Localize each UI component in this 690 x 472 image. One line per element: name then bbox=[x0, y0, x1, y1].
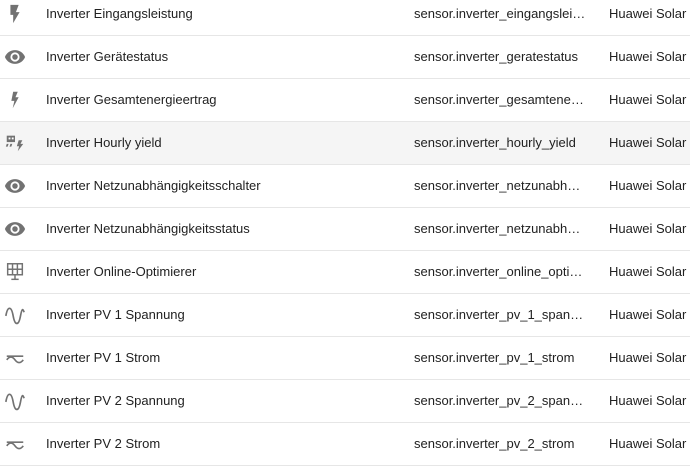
entity-name: Inverter PV 1 Spannung bbox=[46, 307, 185, 322]
entity-name: Inverter PV 2 Spannung bbox=[46, 393, 185, 408]
table-row[interactable]: Inverter Gesamtenergieertrag sensor.inver… bbox=[0, 79, 690, 122]
solar-power-icon bbox=[4, 132, 26, 154]
table-row[interactable]: Inverter PV 2 Spannung sensor.inverter_pv… bbox=[0, 380, 690, 423]
integration-name: Huawei Solar bbox=[609, 6, 687, 21]
entity-name: Inverter Gesamtenergieertrag bbox=[46, 92, 217, 107]
integration-name: Huawei Solar bbox=[609, 393, 687, 408]
table-row[interactable]: Inverter Netzunabhängigkeitsschalter sens… bbox=[0, 165, 690, 208]
table-row[interactable]: Inverter Hourly yield sensor.inverter_hou… bbox=[0, 122, 690, 165]
entity-id: sensor.inverter_pv_1_spannung bbox=[414, 307, 586, 322]
entity-name: Inverter Netzunabhängigkeitsstatus bbox=[46, 221, 250, 236]
integration-name: Huawei Solar bbox=[609, 92, 687, 107]
entity-name: Inverter PV 1 Strom bbox=[46, 350, 161, 365]
entity-id: sensor.inverter_eingangsleistung bbox=[414, 6, 586, 21]
entity-name: Inverter Gerätestatus bbox=[46, 49, 169, 64]
integration-name: Huawei Solar bbox=[609, 135, 687, 150]
integration-name: Huawei Solar bbox=[609, 221, 687, 236]
current-dc-icon bbox=[4, 433, 26, 455]
entity-name: Inverter Online-Optimierer bbox=[46, 264, 197, 279]
integration-name: Huawei Solar bbox=[609, 350, 687, 365]
integration-name: Huawei Solar bbox=[609, 178, 687, 193]
entity-id: sensor.inverter_pv_2_spannung bbox=[414, 393, 586, 408]
entity-id: sensor.inverter_pv_2_strom bbox=[414, 436, 575, 451]
entity-id: sensor.inverter_pv_1_strom bbox=[414, 350, 575, 365]
eye-icon bbox=[4, 218, 26, 240]
entity-id: sensor.inverter_online_optimierer bbox=[414, 264, 586, 279]
flash-outline-icon bbox=[4, 3, 26, 25]
eye-icon bbox=[4, 175, 26, 197]
entity-id: sensor.inverter_netzunabhangigkeitsstatu… bbox=[414, 221, 586, 236]
entity-id: sensor.inverter_gesamtenergieertrag bbox=[414, 92, 586, 107]
entity-id: sensor.inverter_hourly_yield bbox=[414, 135, 576, 150]
eye-icon bbox=[4, 46, 26, 68]
sine-wave-icon bbox=[4, 390, 26, 412]
integration-name: Huawei Solar bbox=[609, 49, 687, 64]
entity-id: sensor.inverter_geratestatus bbox=[414, 49, 579, 64]
table-row[interactable]: Inverter PV 2 Strom sensor.inverter_pv_2_… bbox=[0, 423, 690, 466]
sine-wave-icon bbox=[4, 304, 26, 326]
entity-name: Inverter Hourly yield bbox=[46, 135, 162, 150]
table-row[interactable]: Inverter Netzunabhängigkeitsstatus sensor… bbox=[0, 208, 690, 251]
table-row[interactable]: Inverter Gerätestatus sensor.inverter_ger… bbox=[0, 36, 690, 79]
current-dc-icon bbox=[4, 347, 26, 369]
entity-id: sensor.inverter_netzunabhangigkeitsschal… bbox=[414, 178, 586, 193]
entity-table: Inverter Eingangsleistung sensor.inverter… bbox=[0, 0, 690, 466]
entity-name: Inverter Netzunabhängigkeitsschalter bbox=[46, 178, 261, 193]
table-row[interactable]: Inverter PV 1 Spannung sensor.inverter_pv… bbox=[0, 294, 690, 337]
table-row[interactable]: Inverter Eingangsleistung sensor.inverter… bbox=[0, 0, 690, 36]
table-row[interactable]: Inverter Online-Optimierer sensor.inverte… bbox=[0, 251, 690, 294]
integration-name: Huawei Solar bbox=[609, 436, 687, 451]
integration-name: Huawei Solar bbox=[609, 307, 687, 322]
integration-name: Huawei Solar bbox=[609, 264, 687, 279]
solar-panel-icon bbox=[4, 261, 26, 283]
table-row[interactable]: Inverter PV 1 Strom sensor.inverter_pv_1_… bbox=[0, 337, 690, 380]
flash-icon bbox=[4, 89, 26, 111]
entity-name: Inverter PV 2 Strom bbox=[46, 436, 161, 451]
entity-name: Inverter Eingangsleistung bbox=[46, 6, 193, 21]
